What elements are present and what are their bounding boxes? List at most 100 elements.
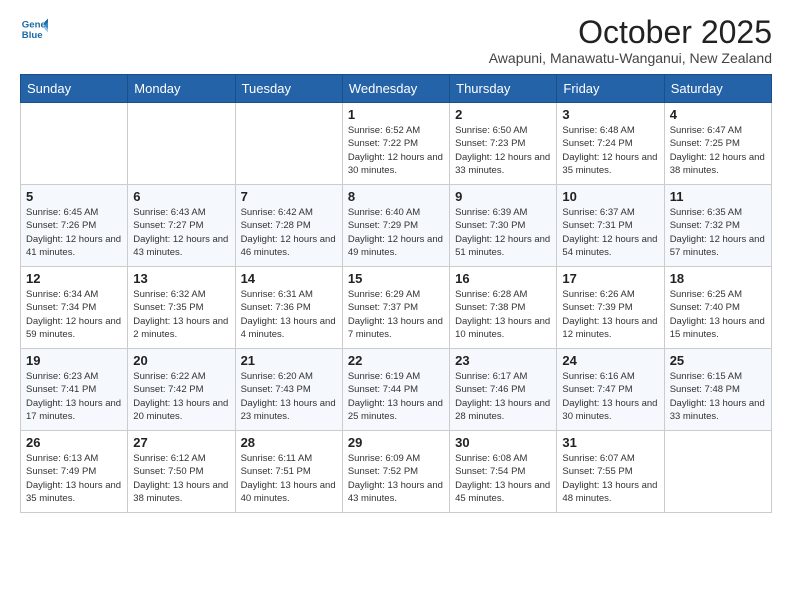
table-row: 30 Sunrise: 6:08 AMSunset: 7:54 PMDayligh… [450,431,557,513]
table-row [235,103,342,185]
table-row: 17 Sunrise: 6:26 AMSunset: 7:39 PMDayligh… [557,267,664,349]
day-info: Sunrise: 6:35 AMSunset: 7:32 PMDaylight:… [670,206,766,259]
day-number: 17 [562,271,658,286]
day-number: 20 [133,353,229,368]
table-row: 25Sunrise: 6:15 AMSunset: 7:48 PMDayligh… [664,349,771,431]
day-info: Sunrise: 6:48 AMSunset: 7:24 PMDaylight:… [562,124,658,177]
day-info: Sunrise: 6:39 AMSunset: 7:30 PMDaylight:… [455,206,551,259]
day-number: 11 [670,189,766,204]
table-row: 5 Sunrise: 6:45 AMSunset: 7:26 PMDaylight… [21,185,128,267]
table-row: 13Sunrise: 6:32 AMSunset: 7:35 PMDayligh… [128,267,235,349]
table-row: 18 Sunrise: 6:25 AMSunset: 7:40 PMDayligh… [664,267,771,349]
day-info: Sunrise: 6:42 AMSunset: 7:28 PMDaylight:… [241,206,337,259]
table-row: 3 Sunrise: 6:48 AMSunset: 7:24 PMDaylight… [557,103,664,185]
logo-icon: General Blue [20,15,48,43]
calendar-table: Sunday Monday Tuesday Wednesday Thursday… [20,74,772,513]
day-info: Sunrise: 6:50 AMSunset: 7:23 PMDaylight:… [455,124,551,177]
day-info: Sunrise: 6:28 AMSunset: 7:38 PMDaylight:… [455,288,551,341]
day-info: Sunrise: 6:25 AMSunset: 7:40 PMDaylight:… [670,288,766,341]
day-info: Sunrise: 6:19 AMSunset: 7:44 PMDaylight:… [348,370,444,423]
day-info: Sunrise: 6:22 AMSunset: 7:42 PMDaylight:… [133,370,229,423]
header: General Blue General Blue October 2025 A… [20,15,772,66]
day-info: Sunrise: 6:23 AMSunset: 7:41 PMDaylight:… [26,370,122,423]
day-number: 28 [241,435,337,450]
day-number: 19 [26,353,122,368]
day-number: 24 [562,353,658,368]
table-row [664,431,771,513]
table-row: 4Sunrise: 6:47 AMSunset: 7:25 PMDaylight… [664,103,771,185]
day-number: 8 [348,189,444,204]
day-info: Sunrise: 6:40 AMSunset: 7:29 PMDaylight:… [348,206,444,259]
day-number: 22 [348,353,444,368]
day-number: 3 [562,107,658,122]
day-number: 31 [562,435,658,450]
day-info: Sunrise: 6:43 AMSunset: 7:27 PMDaylight:… [133,206,229,259]
day-info: Sunrise: 6:13 AMSunset: 7:49 PMDaylight:… [26,452,122,505]
subtitle: Awapuni, Manawatu-Wanganui, New Zealand [489,50,772,66]
svg-text:Blue: Blue [22,30,43,41]
col-monday: Monday [128,75,235,103]
day-info: Sunrise: 6:08 AMSunset: 7:54 PMDaylight:… [455,452,551,505]
day-number: 16 [455,271,551,286]
day-number: 30 [455,435,551,450]
table-row: 26Sunrise: 6:13 AMSunset: 7:49 PMDayligh… [21,431,128,513]
table-row: 1Sunrise: 6:52 AMSunset: 7:22 PMDaylight… [342,103,449,185]
table-row: 28 Sunrise: 6:11 AMSunset: 7:51 PMDayligh… [235,431,342,513]
day-info: Sunrise: 6:29 AMSunset: 7:37 PMDaylight:… [348,288,444,341]
day-info: Sunrise: 6:16 AMSunset: 7:47 PMDaylight:… [562,370,658,423]
table-row: 10Sunrise: 6:37 AMSunset: 7:31 PMDayligh… [557,185,664,267]
svg-text:General: General [22,19,48,30]
day-info: Sunrise: 6:26 AMSunset: 7:39 PMDaylight:… [562,288,658,341]
calendar-week-row: 19 Sunrise: 6:23 AMSunset: 7:41 PMDayligh… [21,349,772,431]
day-number: 21 [241,353,337,368]
col-wednesday: Wednesday [342,75,449,103]
day-info: Sunrise: 6:34 AMSunset: 7:34 PMDaylight:… [26,288,122,341]
table-row: 23 Sunrise: 6:17 AMSunset: 7:46 PMDayligh… [450,349,557,431]
table-row: 24 Sunrise: 6:16 AMSunset: 7:47 PMDayligh… [557,349,664,431]
day-number: 4 [670,107,766,122]
table-row: 20 Sunrise: 6:22 AMSunset: 7:42 PMDayligh… [128,349,235,431]
table-row: 8 Sunrise: 6:40 AMSunset: 7:29 PMDaylight… [342,185,449,267]
table-row [21,103,128,185]
calendar-week-row: 5 Sunrise: 6:45 AMSunset: 7:26 PMDaylight… [21,185,772,267]
day-number: 2 [455,107,551,122]
day-info: Sunrise: 6:07 AMSunset: 7:55 PMDaylight:… [562,452,658,505]
day-number: 18 [670,271,766,286]
calendar-week-row: 1Sunrise: 6:52 AMSunset: 7:22 PMDaylight… [21,103,772,185]
day-info: Sunrise: 6:20 AMSunset: 7:43 PMDaylight:… [241,370,337,423]
col-friday: Friday [557,75,664,103]
table-row: 11 Sunrise: 6:35 AMSunset: 7:32 PMDayligh… [664,185,771,267]
day-info: Sunrise: 6:31 AMSunset: 7:36 PMDaylight:… [241,288,337,341]
logo: General Blue General Blue [20,15,48,43]
table-row: 7Sunrise: 6:42 AMSunset: 7:28 PMDaylight… [235,185,342,267]
col-saturday: Saturday [664,75,771,103]
table-row: 16 Sunrise: 6:28 AMSunset: 7:38 PMDayligh… [450,267,557,349]
col-thursday: Thursday [450,75,557,103]
day-number: 10 [562,189,658,204]
day-info: Sunrise: 6:11 AMSunset: 7:51 PMDaylight:… [241,452,337,505]
day-info: Sunrise: 6:17 AMSunset: 7:46 PMDaylight:… [455,370,551,423]
calendar-week-row: 26Sunrise: 6:13 AMSunset: 7:49 PMDayligh… [21,431,772,513]
table-row: 22 Sunrise: 6:19 AMSunset: 7:44 PMDayligh… [342,349,449,431]
table-row: 31 Sunrise: 6:07 AMSunset: 7:55 PMDayligh… [557,431,664,513]
day-info: Sunrise: 6:45 AMSunset: 7:26 PMDaylight:… [26,206,122,259]
day-number: 23 [455,353,551,368]
day-info: Sunrise: 6:15 AMSunset: 7:48 PMDaylight:… [670,370,766,423]
day-number: 12 [26,271,122,286]
table-row [128,103,235,185]
table-row: 21 Sunrise: 6:20 AMSunset: 7:43 PMDayligh… [235,349,342,431]
table-row: 2 Sunrise: 6:50 AMSunset: 7:23 PMDaylight… [450,103,557,185]
month-title: October 2025 [489,15,772,50]
title-block: October 2025 Awapuni, Manawatu-Wanganui,… [489,15,772,66]
table-row: 29Sunrise: 6:09 AMSunset: 7:52 PMDayligh… [342,431,449,513]
day-info: Sunrise: 6:12 AMSunset: 7:50 PMDaylight:… [133,452,229,505]
day-number: 5 [26,189,122,204]
day-number: 27 [133,435,229,450]
calendar-week-row: 12 Sunrise: 6:34 AMSunset: 7:34 PMDayligh… [21,267,772,349]
day-number: 1 [348,107,444,122]
table-row: 9Sunrise: 6:39 AMSunset: 7:30 PMDaylight… [450,185,557,267]
table-row: 19 Sunrise: 6:23 AMSunset: 7:41 PMDayligh… [21,349,128,431]
day-number: 14 [241,271,337,286]
col-tuesday: Tuesday [235,75,342,103]
table-row: 15Sunrise: 6:29 AMSunset: 7:37 PMDayligh… [342,267,449,349]
